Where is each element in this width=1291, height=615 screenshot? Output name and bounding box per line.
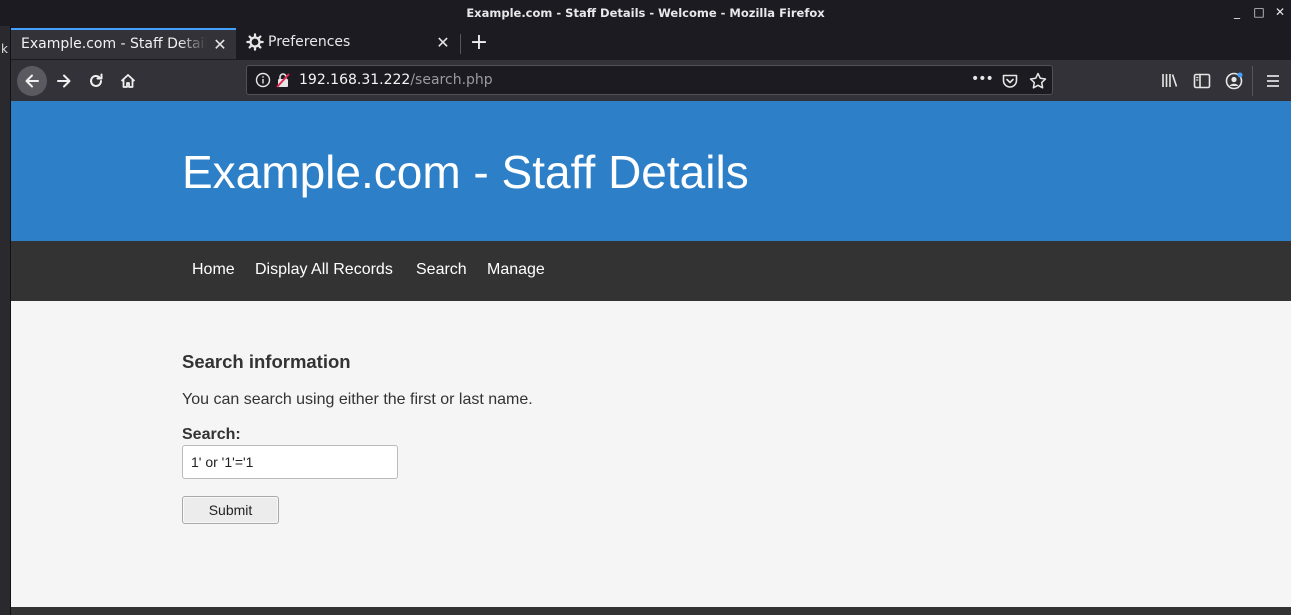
submit-button[interactable]: Submit: [182, 496, 279, 524]
background-window-edge: k: [0, 26, 11, 615]
minimize-button[interactable]: _: [1229, 4, 1245, 20]
home-button[interactable]: [113, 66, 143, 96]
home-icon: [120, 74, 136, 88]
url-text[interactable]: 192.168.31.222/search.php: [299, 72, 493, 88]
search-label: Search:: [182, 426, 241, 443]
info-icon[interactable]: [255, 72, 271, 88]
reload-button[interactable]: [81, 66, 111, 96]
pocket-icon[interactable]: [1000, 71, 1020, 91]
url-path: /search.php: [410, 72, 493, 88]
sidebar-icon[interactable]: [1191, 70, 1213, 92]
window-titlebar: Example.com - Staff Details - Welcome - …: [0, 0, 1291, 26]
close-tab-icon[interactable]: ✕: [435, 33, 451, 52]
tab-label: Preferences: [268, 34, 351, 50]
tab-label: Example.com - Staff Details - Welcome: [21, 36, 207, 52]
back-arrow-icon: [25, 74, 39, 88]
reload-icon: [90, 73, 103, 87]
navigation-toolbar: 192.168.31.222/search.php •••: [11, 60, 1291, 101]
library-icon[interactable]: [1159, 70, 1181, 92]
new-tab-button[interactable]: +: [467, 29, 491, 57]
nav-manage[interactable]: Manage: [487, 261, 545, 279]
account-icon[interactable]: [1223, 70, 1245, 92]
forward-button[interactable]: [49, 66, 79, 96]
nav-home[interactable]: Home: [192, 261, 235, 279]
window-title: Example.com - Staff Details - Welcome - …: [466, 6, 825, 20]
page-actions-icon[interactable]: •••: [971, 71, 994, 91]
section-heading: Search information: [182, 351, 351, 372]
search-input[interactable]: [182, 445, 398, 479]
gear-icon: [246, 33, 264, 51]
maximize-button[interactable]: □: [1251, 4, 1267, 20]
section-description: You can search using either the first or…: [182, 391, 533, 408]
close-window-button[interactable]: ✕: [1272, 4, 1288, 20]
background-window-text: k: [1, 42, 8, 56]
tab-staff-details[interactable]: Example.com - Staff Details - Welcome ✕: [11, 28, 236, 59]
site-nav: Home Display All Records Search Manage: [11, 241, 1291, 301]
hamburger-menu-icon[interactable]: [1262, 70, 1284, 92]
forward-arrow-icon: [57, 74, 71, 88]
url-host: 192.168.31.222: [299, 72, 411, 88]
bookmark-star-icon[interactable]: [1028, 71, 1048, 91]
url-bar[interactable]: 192.168.31.222/search.php •••: [246, 65, 1053, 95]
toolbar-separator: [1252, 66, 1253, 96]
nav-display-all-records[interactable]: Display All Records: [255, 261, 393, 279]
tab-preferences[interactable]: Preferences ✕: [238, 28, 459, 59]
site-title: Example.com - Staff Details: [182, 146, 749, 198]
page-viewport: Example.com - Staff Details Home Display…: [11, 101, 1291, 615]
insecure-lock-icon[interactable]: [275, 72, 291, 88]
site-footer: [11, 607, 1291, 615]
tab-strip: Example.com - Staff Details - Welcome ✕ …: [11, 26, 1291, 60]
close-tab-icon[interactable]: ✕: [212, 35, 228, 54]
site-header: Example.com - Staff Details: [11, 101, 1291, 241]
nav-search[interactable]: Search: [416, 261, 467, 279]
back-button[interactable]: [17, 66, 47, 96]
tab-separator: [460, 34, 461, 54]
